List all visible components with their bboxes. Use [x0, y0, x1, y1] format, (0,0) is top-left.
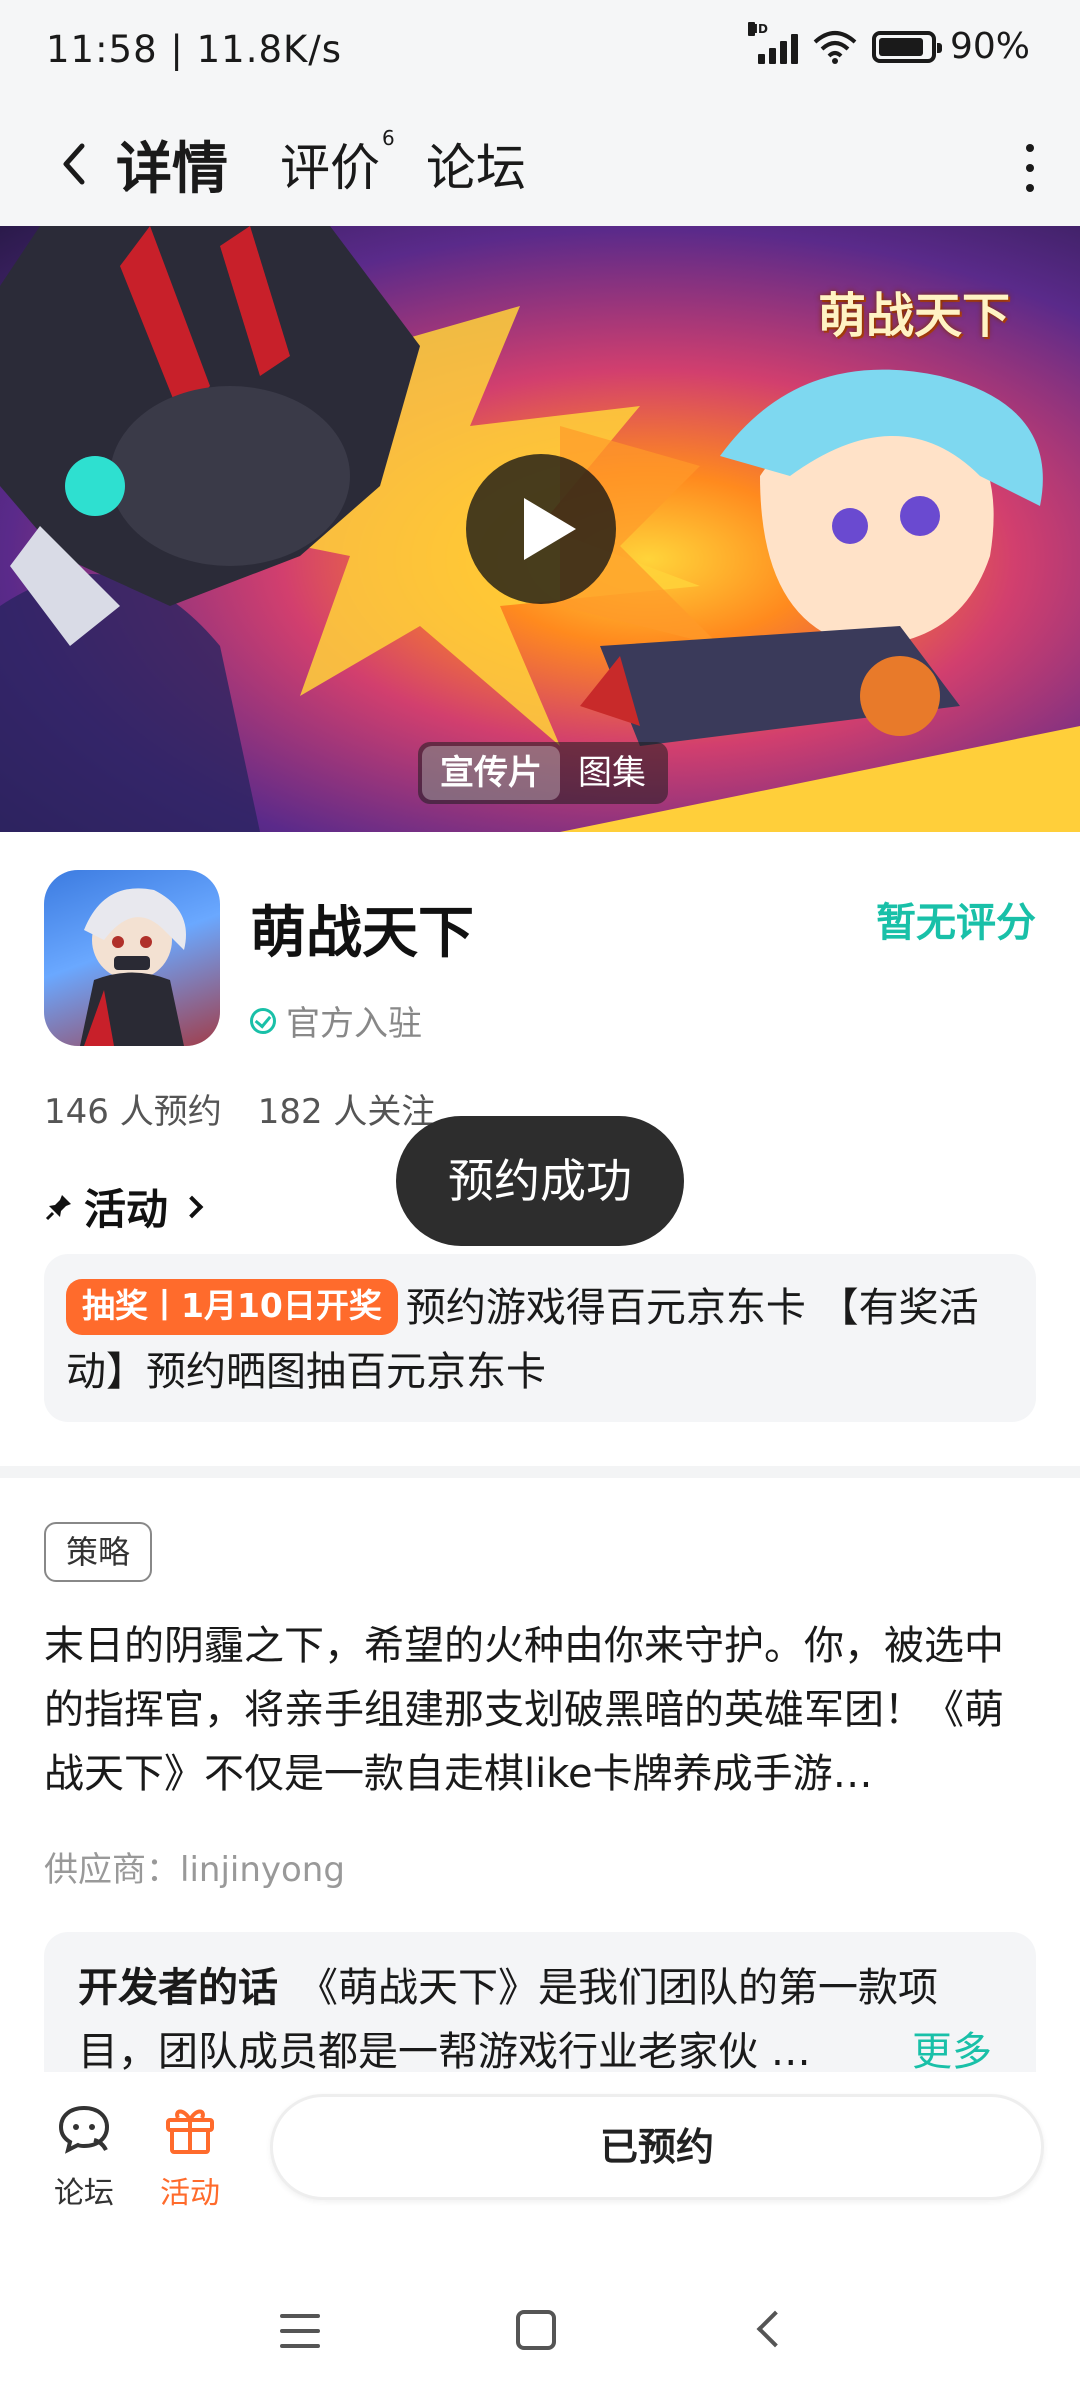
tab-gallery[interactable]: 图集: [560, 746, 664, 800]
activity-label: 活动: [160, 2176, 220, 2211]
bottom-action-bar: 论坛 活动 已预约: [0, 2072, 1080, 2222]
banner-logo-text: 萌战天下: [817, 288, 1010, 344]
activity-section-link[interactable]: 活动: [44, 1176, 204, 1237]
signal-icon: HD: [747, 21, 798, 64]
reviews-count: 6: [382, 126, 395, 151]
more-link[interactable]: 更多: [904, 2020, 992, 2072]
toast-message: 预约成功: [396, 1116, 684, 1246]
official-label: 官方入驻: [286, 1004, 422, 1044]
app-name: 萌战天下: [250, 901, 474, 966]
gift-icon: [166, 2109, 214, 2154]
app-icon-art: [80, 888, 186, 1046]
tab-reviews[interactable]: 评价6: [280, 126, 395, 200]
lottery-badge: 抽奖丨1月10日开奖: [66, 1279, 398, 1335]
developer-note-card[interactable]: 开发者的话 《萌战天下》是我们团队的第一款项目，团队成员都是一帮游戏行业老家伙 ……: [44, 1932, 1036, 2072]
app-icon: [44, 870, 220, 1046]
bottom-forum-button[interactable]: 论坛: [34, 2104, 134, 2212]
app-stats: 146 人预约 182 人关注: [44, 1084, 435, 1133]
status-icons: HD 90%: [747, 21, 1030, 67]
tab-trailer[interactable]: 宣传片: [422, 746, 560, 800]
reservation-count: 146 人预约: [44, 1092, 222, 1132]
pin-icon: [45, 1194, 71, 1220]
more-vertical-icon[interactable]: [1020, 138, 1040, 198]
check-circle-icon: [250, 1007, 276, 1034]
developer-note-label: 开发者的话: [78, 1965, 278, 2011]
chevron-left-icon[interactable]: [46, 134, 106, 194]
status-bar: 11:58 | 11.8K/s HD 90%: [0, 0, 1080, 100]
status-time-speed: 11:58 | 11.8K/s: [46, 28, 343, 71]
play-icon[interactable]: [466, 454, 616, 604]
wifi-icon: [813, 30, 857, 64]
activity-heading: 活动: [84, 1185, 169, 1234]
game-description[interactable]: 末日的阴霾之下，希望的火种由你来守护。你，被选中的指挥官，将亲手组建那支划破黑暗…: [44, 1614, 1040, 1806]
chevron-right-icon: [180, 1195, 204, 1218]
menu-icon[interactable]: [280, 2314, 320, 2348]
tab-details[interactable]: 详情: [110, 124, 234, 207]
rating-status: 暂无评分: [876, 900, 1036, 946]
reserved-button[interactable]: 已预约: [270, 2094, 1044, 2200]
supplier-info: 供应商：linjinyong: [44, 1850, 345, 1890]
hd-badge: HD: [747, 21, 768, 36]
top-nav: 详情 评价6 论坛: [0, 100, 1080, 226]
activity-card[interactable]: 抽奖丨1月10日开奖 预约游戏得百元京东卡 【有奖活动】预约晒图抽百元京东卡: [44, 1254, 1036, 1422]
chat-bubble-icon: [58, 2105, 110, 2154]
system-back-icon[interactable]: [756, 2310, 794, 2348]
tab-forum[interactable]: 论坛: [426, 128, 526, 200]
battery-percent: 90%: [949, 26, 1030, 67]
official-badge: 官方入驻: [250, 996, 422, 1045]
forum-label: 论坛: [54, 2176, 114, 2211]
media-tabs: 宣传片 图集: [418, 742, 668, 804]
follower-count: 182 人关注: [257, 1092, 436, 1132]
genre-tag[interactable]: 策略: [44, 1522, 153, 1582]
system-nav-bar: [0, 2222, 1080, 2400]
battery-icon: [871, 30, 942, 63]
bottom-activity-button[interactable]: 活动: [140, 2104, 240, 2212]
promo-banner[interactable]: 萌战天下 宣传片 图集: [0, 226, 1080, 832]
section-divider: [0, 1466, 1080, 1478]
home-icon[interactable]: [516, 2310, 556, 2350]
